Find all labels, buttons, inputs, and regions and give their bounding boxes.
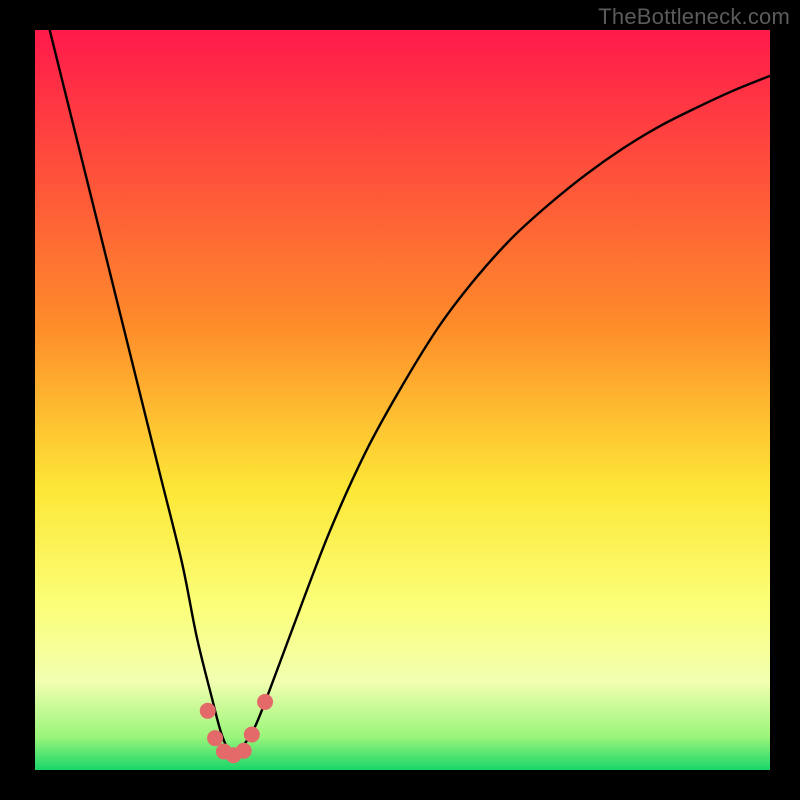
plot-background: [35, 30, 770, 770]
optimum-marker: [200, 703, 216, 719]
chart-frame: TheBottleneck.com: [0, 0, 800, 800]
attribution-text: TheBottleneck.com: [598, 4, 790, 30]
optimum-marker: [244, 726, 260, 742]
optimum-marker: [236, 743, 252, 759]
optimum-marker: [257, 694, 273, 710]
bottleneck-chart: [0, 0, 800, 800]
optimum-marker: [207, 730, 223, 746]
